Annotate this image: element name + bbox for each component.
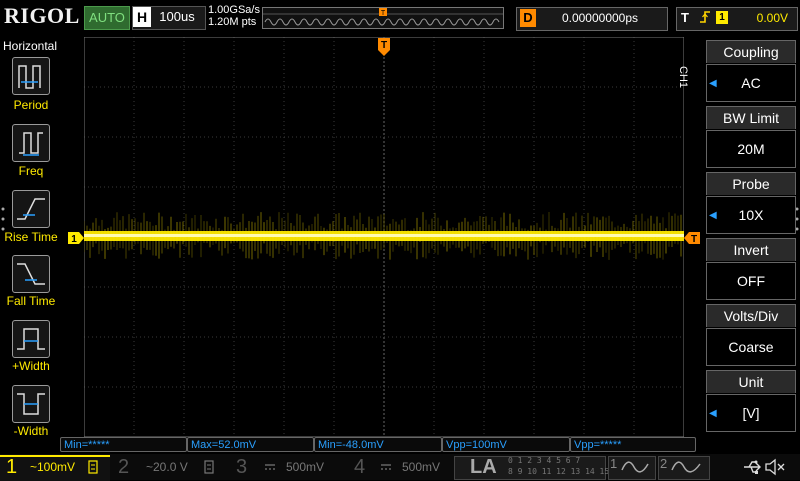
left-panel-title: Horizontal [2,39,58,53]
ch1-bw-limit-icon [88,460,98,474]
measurement-5[interactable]: Vpp=***** [570,437,696,452]
probe-arrow-icon: ◀ [709,210,717,221]
ch4-scale: 500mV [402,460,441,474]
rising-edge-icon [698,8,712,30]
period-button[interactable] [12,57,50,95]
svg-text:T: T [381,40,387,51]
svg-text:1: 1 [71,234,77,244]
memory-trigger-label: T [381,10,386,17]
fall-time-icon [17,263,45,285]
period-label: Period [13,98,49,112]
delay-label: D [520,9,536,27]
unit-title[interactable]: Unit [706,370,796,393]
coupling-value[interactable]: AC [706,64,796,102]
waveform-display[interactable] [84,37,684,437]
measurement-4[interactable]: Vpp=100mV [442,437,570,452]
usb-icon [744,460,761,474]
fall-time-button[interactable] [12,255,50,293]
ch3-number[interactable]: 3 [236,455,247,479]
trigger-level: 0.00V [756,11,788,25]
ch1-offset-marker[interactable]: 1 [68,232,84,244]
generator-2-number: 2 [660,456,668,471]
rise-time-icon [17,198,45,220]
la-label: LA [470,456,497,478]
rise-time-button[interactable] [12,190,50,228]
sample-rate: 1.00GSa/s [208,4,260,16]
trigger-position-marker[interactable]: T [378,38,390,56]
delay-value: 0.00000000ps [561,11,639,25]
ch1-scale: ~100mV [30,460,76,474]
run-state-button[interactable]: AUTO [84,6,130,30]
measurement-3[interactable]: Min=-48.0mV [314,437,442,452]
brand-logo: RIGOL [4,3,80,28]
freq-icon [19,132,43,156]
coupling-title[interactable]: Coupling [706,40,796,63]
fall-time-label: Fall Time [6,294,56,308]
left-page-dots [1,207,5,231]
coupling-arrow-icon: ◀ [709,78,717,89]
positive-width-label: +Width [12,359,50,373]
speaker-muted-icon[interactable] [764,458,786,476]
period-icon [18,65,41,89]
digital-channels-bottom: 8 9 10 11 12 13 14 15 [508,467,610,476]
measurement-1[interactable]: Min=***** [60,437,187,452]
timebase-value: 100us [159,9,195,24]
sine-wave-icon [621,461,649,473]
digital-channels-top: 0 1 2 3 4 5 6 7 [508,456,581,465]
ch2-number[interactable]: 2 [118,455,129,479]
volts-div-value[interactable]: Coarse [706,328,796,366]
memory-wave-overview: T [263,8,503,26]
ch4-dc-coupling-icon [381,464,391,470]
positive-width-button[interactable] [12,320,50,358]
ch3-scale: 500mV [286,460,325,474]
menu-channel-label: CH1 [677,66,689,89]
trigger-label: T [681,10,689,25]
ch3-dc-coupling-icon [265,464,275,470]
ch2-bw-limit-icon [204,460,214,474]
volts-div-title[interactable]: Volts/Div [706,304,796,327]
sine-wave-icon [671,461,701,473]
memory-depth: 1.20M pts [208,16,257,28]
ch1-trace-core [84,234,684,237]
memory-overview-strip[interactable]: T [262,7,504,29]
ch1-number: 1 [6,456,18,478]
positive-width-icon [17,328,45,350]
freq-label: Freq [18,164,44,178]
ch4-number[interactable]: 4 [354,455,365,479]
freq-button[interactable] [12,124,50,162]
bw-limit-title[interactable]: BW Limit [706,106,796,129]
unit-arrow-icon: ◀ [709,408,717,419]
rise-time-label: Rise Time [4,230,58,244]
generator-1-number: 1 [610,456,618,471]
trigger-source-badge: 1 [716,11,728,24]
invert-value[interactable]: OFF [706,262,796,300]
ch2-scale: ~20.0 V [146,460,188,474]
negative-width-button[interactable] [12,385,50,423]
negative-width-icon [17,393,45,415]
negative-width-label: -Width [13,424,49,438]
probe-title[interactable]: Probe [706,172,796,195]
probe-value[interactable]: 10X [706,196,796,234]
measurement-2[interactable]: Max=52.0mV [187,437,314,452]
unit-value[interactable]: [V] [706,394,796,432]
horizontal-label: H [133,7,151,27]
bw-limit-value[interactable]: 20M [706,130,796,168]
invert-title[interactable]: Invert [706,238,796,261]
